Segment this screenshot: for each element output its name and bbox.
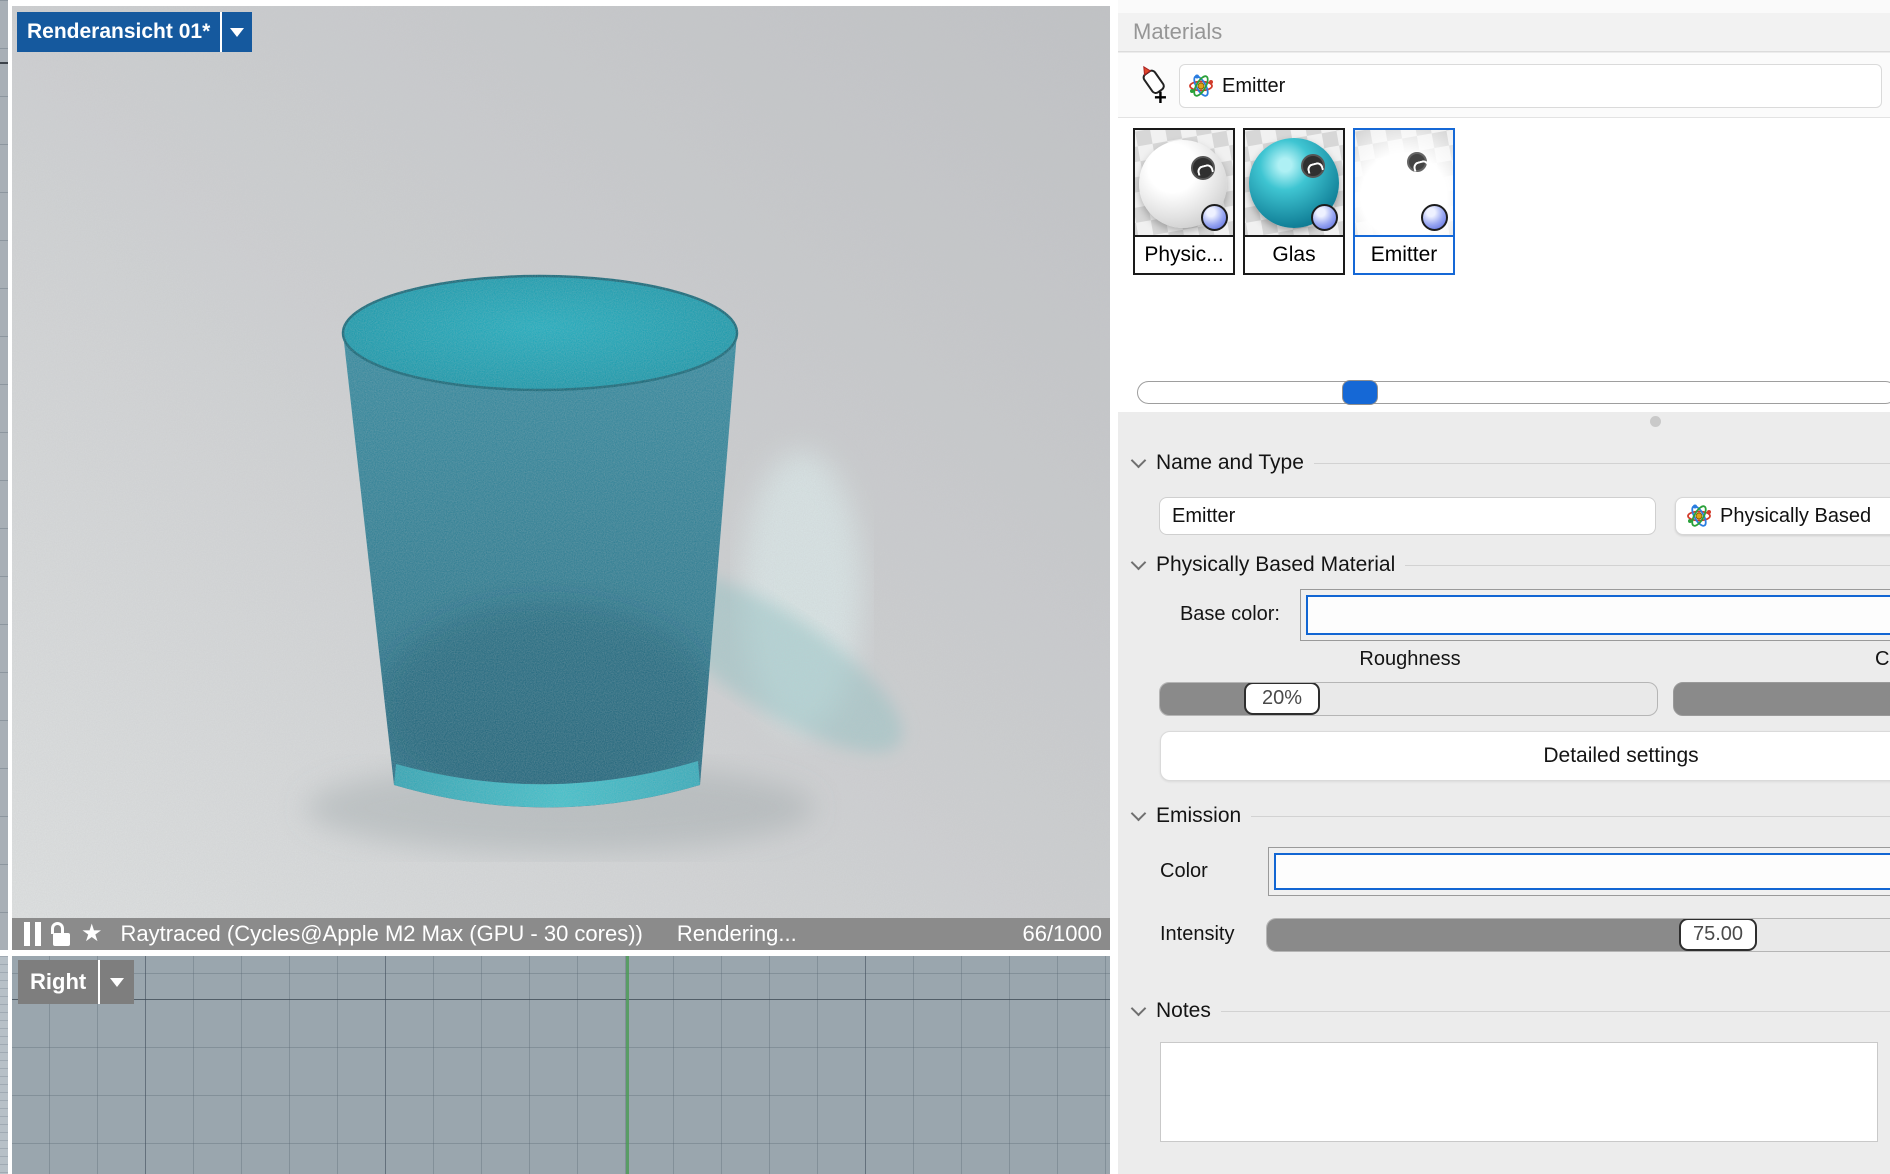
material-thumbnail-physically-based[interactable]: Physic... <box>1133 128 1235 275</box>
material-type-button[interactable]: Physically Based <box>1675 497 1890 535</box>
section-divider <box>1314 463 1890 464</box>
material-thumbnail-glas[interactable]: Glas <box>1243 128 1345 275</box>
base-color-swatch[interactable] <box>1300 589 1890 641</box>
preview-dot <box>1311 204 1338 231</box>
material-thumbnail-emitter[interactable]: Emitter <box>1353 128 1455 275</box>
atom-icon <box>1686 503 1712 529</box>
render-status-bar: ★ Raytraced (Cycles@Apple M2 Max (GPU - … <box>12 918 1110 950</box>
section-header-name-and-type[interactable]: Name and Type <box>1118 451 1890 475</box>
emission-color-label: Color <box>1160 860 1208 883</box>
section-header-notes[interactable]: Notes <box>1118 999 1890 1023</box>
rhino-logo-badge <box>1191 156 1215 180</box>
section-divider <box>1251 816 1890 817</box>
adjacent-viewport-edge[interactable] <box>0 0 8 950</box>
roughness-label: Roughness <box>1350 648 1470 671</box>
roughness-slider-fill <box>1160 683 1255 715</box>
raytraced-render-canvas <box>12 6 1110 950</box>
materials-panel: Materials + <box>1118 0 1890 1174</box>
materials-panel-title: Materials <box>1133 19 1222 45</box>
intensity-slider-fill <box>1267 919 1687 951</box>
rhino-logo-badge <box>1407 152 1427 172</box>
viewport-title-bar: Right <box>18 960 134 1004</box>
chevron-down-icon <box>1131 555 1147 571</box>
right-viewport[interactable]: Right <box>12 956 1110 1174</box>
render-progress-counter: 66/1000 <box>1022 921 1102 947</box>
viewport-title-bar: Renderansicht 01* <box>17 12 252 52</box>
section-header-emission[interactable]: Emission <box>1118 804 1890 828</box>
grid-major-line-v <box>865 956 866 1174</box>
emission-color-swatch[interactable] <box>1268 847 1890 896</box>
star-icon[interactable]: ★ <box>81 922 103 946</box>
pause-icon[interactable] <box>24 922 41 946</box>
material-preview-sphere <box>1245 130 1343 237</box>
preview-dot <box>1421 204 1448 231</box>
roughness-value-pill[interactable]: 20% <box>1244 682 1320 715</box>
section-divider <box>1221 1011 1890 1012</box>
base-color-label: Base color: <box>1118 603 1280 626</box>
chevron-down-icon <box>1131 1001 1147 1017</box>
notes-textarea[interactable] <box>1160 1042 1878 1142</box>
chevron-down-icon <box>1131 453 1147 469</box>
section-divider <box>1405 565 1890 566</box>
viewport-title-tab[interactable]: Renderansicht 01* <box>17 12 220 52</box>
material-selector-combo[interactable]: Emitter <box>1179 64 1882 108</box>
render-engine-label: Raytraced (Cycles@Apple M2 Max (GPU - 30… <box>121 921 643 947</box>
chevron-down-icon <box>230 28 244 37</box>
base-color-swatch-fill <box>1306 595 1890 635</box>
preview-dot <box>1201 204 1228 231</box>
intensity-value-pill[interactable]: 75.00 <box>1679 918 1757 951</box>
second-parameter-slider[interactable] <box>1673 682 1890 716</box>
grid-major-line-v <box>385 956 386 1174</box>
material-type-label: Physically Based <box>1720 505 1871 528</box>
section-title: Physically Based Material <box>1156 553 1395 577</box>
viewport-title-tab[interactable]: Right <box>18 960 98 1004</box>
chevron-down-icon <box>1131 806 1147 822</box>
lock-icon[interactable] <box>51 922 71 946</box>
panel-top-band <box>1118 0 1890 13</box>
truncated-label: C <box>1875 648 1890 671</box>
adjacent-viewport-gridline <box>0 62 8 64</box>
materials-toolbar: + Emitter <box>1118 53 1890 118</box>
add-material-button[interactable]: + <box>1136 63 1176 107</box>
emission-color-swatch-fill <box>1274 853 1890 890</box>
atom-icon <box>1188 73 1214 99</box>
adjacent-viewport-edge-bottom[interactable] <box>0 956 8 1174</box>
chevron-down-icon <box>110 978 124 987</box>
detailed-settings-label: Detailed settings <box>1543 744 1698 768</box>
y-axis-line <box>626 956 629 1174</box>
rhino-logo-badge <box>1301 154 1325 178</box>
viewport-menu-button[interactable] <box>100 960 134 1004</box>
material-name-input[interactable] <box>1159 497 1656 535</box>
render-viewport[interactable]: Renderansicht 01* ★ Raytraced (Cycles@Ap… <box>12 6 1110 950</box>
panel-splitter-handle[interactable] <box>1650 416 1661 427</box>
selected-material-label: Emitter <box>1222 75 1285 98</box>
grid-major-line-v <box>145 956 146 1174</box>
intensity-slider[interactable]: 75.00 <box>1266 918 1890 952</box>
material-thumbnail-label: Emitter <box>1355 235 1453 273</box>
paint-plus-icon: + <box>1136 63 1176 107</box>
material-thumbnail-label: Glas <box>1245 235 1343 273</box>
viewport-title-label: Renderansicht 01* <box>27 20 210 44</box>
grid-major-line-h <box>12 999 1110 1000</box>
roughness-slider[interactable]: 20% <box>1159 682 1658 716</box>
section-title: Emission <box>1156 804 1241 828</box>
preview-size-slider[interactable] <box>1137 381 1890 404</box>
intensity-label: Intensity <box>1160 923 1234 946</box>
viewport-menu-button[interactable] <box>222 12 252 52</box>
rhino-window: Renderansicht 01* ★ Raytraced (Cycles@Ap… <box>0 0 1890 1174</box>
material-thumbnail-label: Physic... <box>1135 235 1233 273</box>
section-title: Name and Type <box>1156 451 1304 475</box>
preview-size-slider-thumb[interactable] <box>1342 380 1378 405</box>
section-title: Notes <box>1156 999 1211 1023</box>
viewport-title-label: Right <box>30 969 86 995</box>
material-preview-sphere <box>1135 130 1233 237</box>
detailed-settings-button[interactable]: Detailed settings <box>1160 731 1890 781</box>
section-header-pbm[interactable]: Physically Based Material <box>1118 553 1890 577</box>
render-state-label: Rendering... <box>677 921 797 947</box>
material-preview-sphere <box>1355 130 1453 237</box>
svg-text:+: + <box>1154 85 1167 107</box>
materials-panel-header: Materials <box>1118 13 1890 52</box>
